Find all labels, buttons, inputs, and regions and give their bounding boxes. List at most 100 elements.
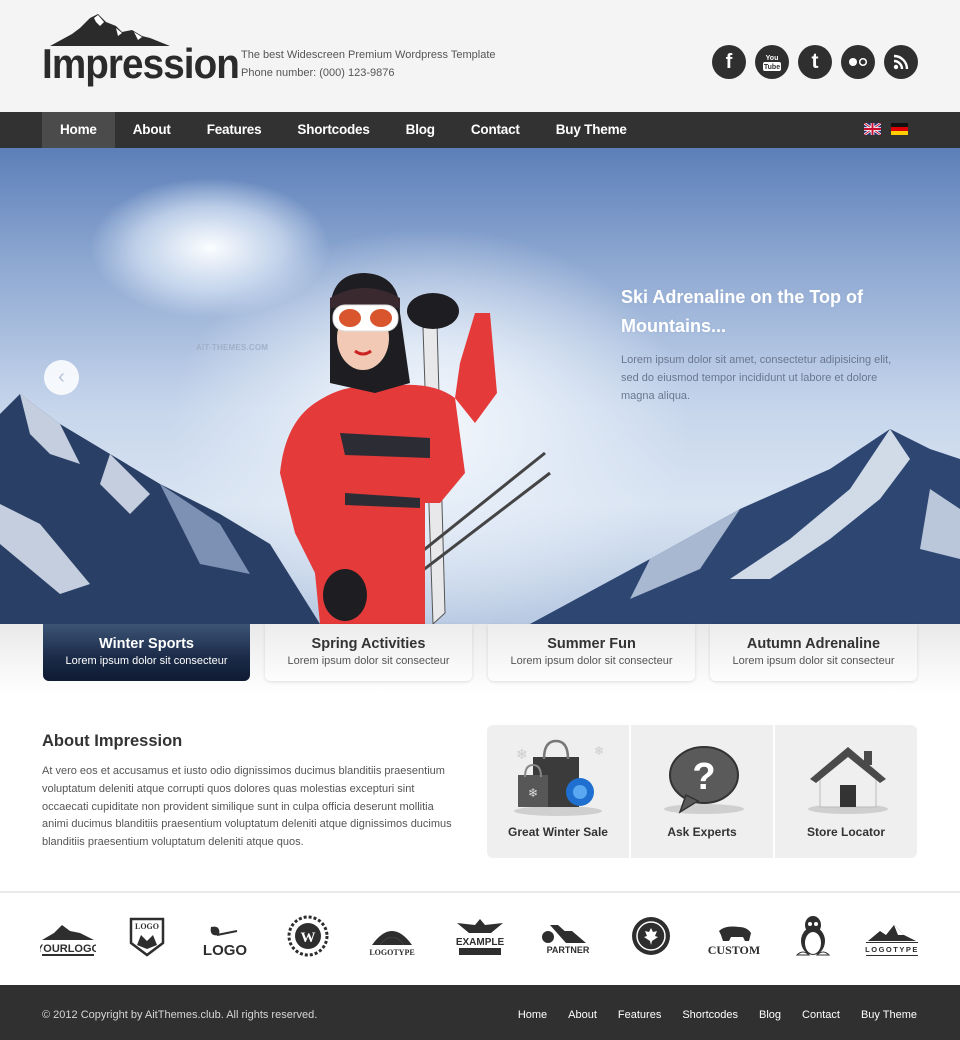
nav-home[interactable]: Home [42,112,115,148]
nav-blog[interactable]: Blog [388,112,453,148]
tab-title: Winter Sports [99,636,194,652]
tab-subtitle: Lorem ipsum dolor sit consecteur [732,655,895,667]
leaf-logo-icon: LOGO [203,926,248,957]
nav-about[interactable]: About [115,112,189,148]
partner-logo-penguin[interactable] [795,913,831,957]
svg-text:❄: ❄ [516,746,528,762]
partner-logo-logotype-mountain[interactable]: LOGOTYPE [864,913,920,957]
slide-caption-text: Lorem ipsum dolor sit amet, consectetur … [621,354,892,402]
svg-text:PARTNER: PARTNER [546,945,589,955]
partner-logo-yourlogo[interactable]: YOURLOGO [40,913,96,957]
footer-link-blog[interactable]: Blog [759,1009,781,1021]
question-bubble-icon: ? [664,746,744,814]
mountain-logo-icon: LOGOTYPE [865,925,919,956]
twitter-icon[interactable]: t [798,45,832,79]
feature-store-locator[interactable]: Store Locator [775,725,917,858]
partner-logo-w-crest[interactable]: W [286,913,330,957]
youtube-icon[interactable]: You Tube [755,45,789,79]
tab-subtitle: Lorem ipsum dolor sit consecteur [65,655,228,667]
nav-features[interactable]: Features [189,112,280,148]
tab-subtitle: Lorem ipsum dolor sit consecteur [510,655,673,667]
tab-subtitle: Lorem ipsum dolor sit consecteur [287,655,450,667]
partner-logo-icon: PARTNER [541,925,589,955]
partner-logo-leaf[interactable]: LOGO [197,913,253,957]
partner-logo-maple-leaf[interactable] [630,913,672,957]
tab-title: Spring Activities [311,636,426,652]
svg-text:CUSTOM: CUSTOM [708,943,760,957]
tagline-block: The best Widescreen Premium Wordpress Te… [241,46,496,82]
partner-logo-shield[interactable]: LOGO [129,913,165,957]
arch-logo-icon: LOGOTYPE [370,931,415,957]
partner-logo-partner[interactable]: PARTNER [538,913,598,957]
nav-buy-theme[interactable]: Buy Theme [538,112,645,148]
skier-image [280,273,551,624]
svg-text:LOGOTYPE: LOGOTYPE [370,948,415,957]
svg-text:LOGO: LOGO [203,942,247,957]
site-header: Impression The best Widescreen Premium W… [0,0,960,112]
partner-logo-custom[interactable]: CUSTOM [705,913,763,957]
penguin-icon [796,916,831,956]
flickr-icon[interactable] [841,45,875,79]
site-logo[interactable]: Impression [40,14,240,88]
footer-link-shortcodes[interactable]: Shortcodes [682,1009,738,1021]
footer-link-contact[interactable]: Contact [802,1009,840,1021]
feature-boxes: ❄ ❄ ❄ Great Winter Sale ? Ask Experts St… [487,725,917,858]
footer-link-home[interactable]: Home [518,1009,547,1021]
facebook-icon[interactable]: f [712,45,746,79]
hero-slider: AIT-THEMES.COM ‹ Ski Adrenaline on the T… [0,148,960,624]
tab-title: Autumn Adrenaline [746,636,881,652]
partner-logos: YOURLOGO LOGO LOGO W LOGOTYPE EXAMPLE PA… [40,912,920,958]
logo-text: Impression [42,40,240,87]
nav-shortcodes[interactable]: Shortcodes [279,112,387,148]
svg-text:❄: ❄ [594,744,604,758]
house-icon [808,747,888,814]
feature-great-winter-sale[interactable]: ❄ ❄ ❄ Great Winter Sale [487,725,629,858]
svg-text:EXAMPLE: EXAMPLE [456,937,505,948]
about-section: About Impression At vero eos et accusamu… [42,731,462,852]
footer-nav: Home About Features Shortcodes Blog Cont… [497,1009,917,1021]
svg-text:Tube: Tube [764,64,780,71]
svg-text:LOGOTYPE: LOGOTYPE [865,945,919,954]
watermark-text: AIT-THEMES.COM [196,343,269,352]
svg-text:W: W [300,930,315,946]
bear-logo-icon: CUSTOM [708,926,760,957]
phone-number: Phone number: (000) 123-9876 [241,67,395,79]
svg-text:❄: ❄ [528,786,538,800]
german-flag-icon[interactable] [891,123,908,135]
feature-label: Store Locator [806,825,885,839]
slider-tab-winter-sports[interactable]: Winter Sports Lorem ipsum dolor sit cons… [43,624,250,681]
tab-title: Summer Fun [547,636,636,652]
chevron-left-icon: ‹ [58,366,65,388]
social-links: f You Tube t [712,45,918,79]
feature-label: Great Winter Sale [508,825,608,839]
rss-icon[interactable] [884,45,918,79]
footer-link-features[interactable]: Features [618,1009,661,1021]
mountain-logo-icon: YOURLOGO [40,925,96,956]
slider-tab-summer-fun[interactable]: Summer Fun Lorem ipsum dolor sit consect… [488,624,695,681]
section-divider [0,891,960,893]
svg-text:You: You [766,55,779,62]
uk-flag-icon[interactable] [864,123,881,135]
shopping-bags-icon: ❄ ❄ ❄ [514,739,604,816]
slider-tab-spring-activities[interactable]: Spring Activities Lorem ipsum dolor sit … [265,624,472,681]
nav-contact[interactable]: Contact [453,112,538,148]
wreath-logo-icon: W [287,915,329,957]
feature-ask-experts[interactable]: ? Ask Experts [631,725,773,858]
slider-prev-button[interactable]: ‹ [44,360,79,395]
slider-tab-autumn-adrenaline[interactable]: Autumn Adrenaline Lorem ipsum dolor sit … [710,624,917,681]
svg-text:YOURLOGO: YOURLOGO [40,943,96,955]
about-title: About Impression [42,732,183,750]
partner-logo-logotype-arch[interactable]: LOGOTYPE [362,913,422,957]
footer-link-buy-theme[interactable]: Buy Theme [861,1009,917,1021]
tagline: The best Widescreen Premium Wordpress Te… [241,49,496,61]
partner-logo-example[interactable]: EXAMPLE [455,913,505,957]
language-switcher [864,123,908,135]
eagle-logo-icon: EXAMPLE [456,919,505,955]
svg-text:LOGO: LOGO [135,922,159,931]
about-text: At vero eos et accusamus et iusto odio d… [42,765,452,849]
maple-leaf-icon [632,917,671,955]
feature-label: Ask Experts [667,825,737,839]
shield-logo-icon: LOGO [129,917,164,957]
site-footer: © 2012 Copyright by AitThemes.club. All … [0,985,960,1040]
footer-link-about[interactable]: About [568,1009,597,1021]
